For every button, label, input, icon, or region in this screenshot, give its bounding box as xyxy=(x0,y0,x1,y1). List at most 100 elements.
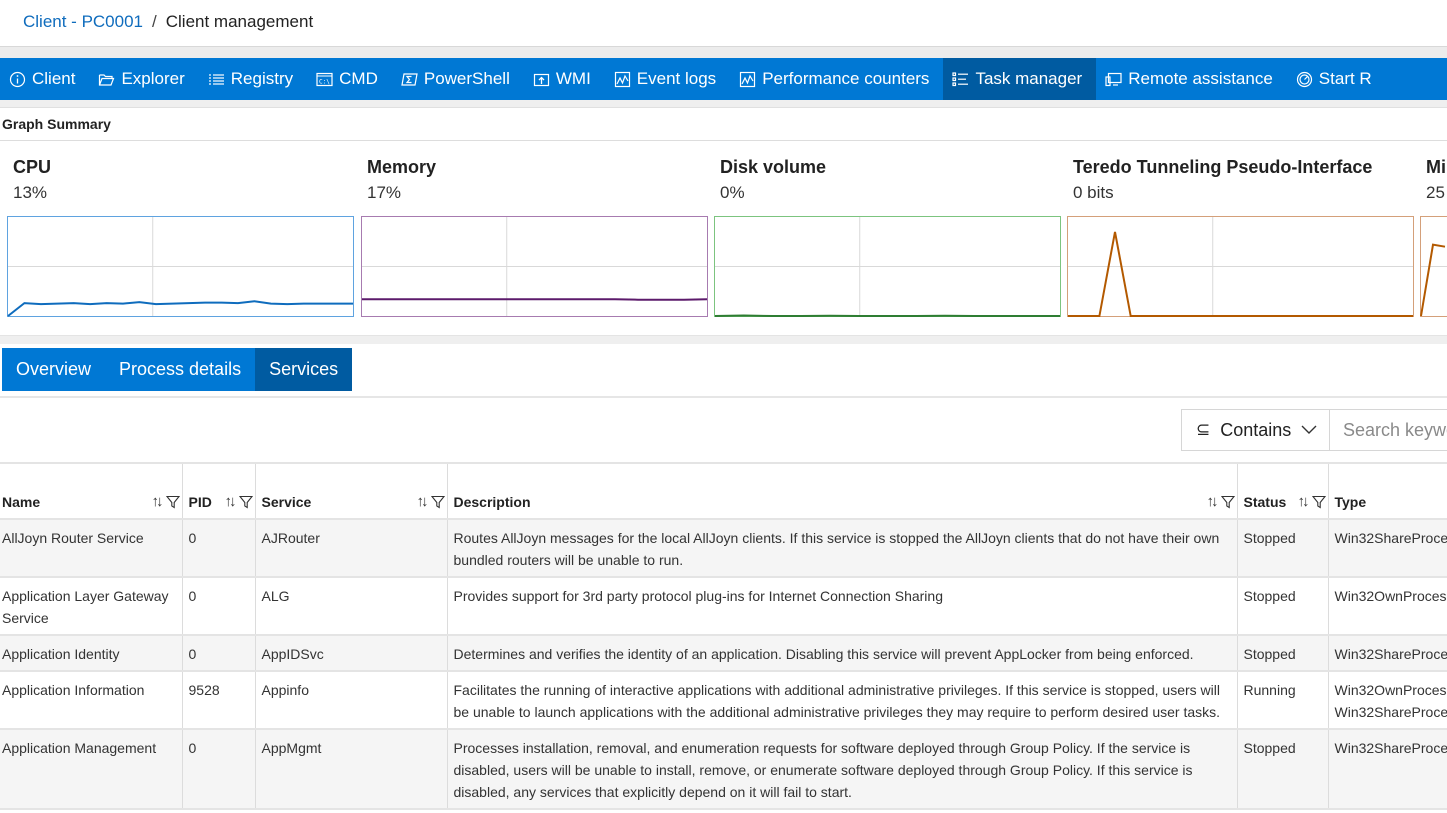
table-row[interactable]: Application Identity 0 AppIDSvc Determines … xyxy=(0,635,1447,672)
breadcrumb-current: Client management xyxy=(165,12,314,31)
cell-pid: 0 xyxy=(182,577,256,636)
sort-icon[interactable]: ↑↓ xyxy=(1298,493,1310,510)
nav-item-label: Explorer xyxy=(121,69,185,88)
cmd-icon: C:\ xyxy=(316,71,333,88)
filter-icon[interactable] xyxy=(165,495,180,509)
breadcrumb: Client - PC0001 / Client management xyxy=(23,10,313,34)
nav-item-wmi[interactable]: WMI xyxy=(524,58,605,100)
sort-icon[interactable]: ↑↓ xyxy=(152,493,164,510)
graph-title: Disk volume xyxy=(720,157,827,177)
folder-icon xyxy=(98,71,115,88)
filter-icon[interactable] xyxy=(238,495,253,509)
cell-pid: 0 xyxy=(182,519,256,578)
column-label: Status xyxy=(1243,494,1287,510)
cell-description: Routes AllJoyn messages for the local Al… xyxy=(447,519,1238,578)
type-value: Win32OwnProcess xyxy=(1334,682,1447,698)
cell-name: Application Management xyxy=(0,729,183,810)
wmi-icon xyxy=(533,71,550,88)
cell-status: Running xyxy=(1237,671,1329,730)
filter-icon[interactable] xyxy=(430,495,445,509)
column-header-service: Service ↑↓ xyxy=(255,464,448,520)
graph-cpu: CPU 13% xyxy=(7,156,354,317)
main-nav: Client Explorer Registry C:\ CMD PowerShell WM… xyxy=(0,58,1447,100)
table-row[interactable]: Application Information 9528 Appinfo Facili… xyxy=(0,671,1447,730)
graph-series-line xyxy=(7,300,353,317)
nav-item-explorer[interactable]: Explorer xyxy=(89,58,198,100)
nav-item-cmd[interactable]: C:\ CMD xyxy=(307,58,392,100)
breadcrumb-client-link[interactable]: Client - PC0001 xyxy=(23,12,143,31)
nav-item-start-r[interactable]: Start R xyxy=(1287,58,1386,100)
type-value: Win32OwnProcess xyxy=(1334,588,1447,604)
nav-item-client[interactable]: Client xyxy=(0,58,89,100)
remote-icon xyxy=(1105,71,1122,88)
graph-plot xyxy=(361,216,708,317)
column-tools: ↑↓ xyxy=(225,493,253,510)
nav-item-event-logs[interactable]: Event logs xyxy=(605,58,730,100)
table-row[interactable]: AllJoyn Router Service 0 AJRouter Routes Al… xyxy=(0,519,1447,578)
graph-title: Teredo Tunneling Pseudo-Interface xyxy=(1073,157,1373,177)
cell-name: AllJoyn Router Service xyxy=(0,519,183,578)
table-row[interactable]: Application Management 0 AppMgmt Processes … xyxy=(0,729,1447,810)
cell-status: Stopped xyxy=(1237,519,1329,578)
tab-services[interactable]: Services xyxy=(255,348,353,391)
cell-status: Stopped xyxy=(1237,577,1329,636)
graph-value: 0% xyxy=(720,183,745,202)
graph-series-line xyxy=(714,314,1060,317)
graph-mi: Mi 25 xyxy=(1420,156,1447,317)
search-input[interactable] xyxy=(1330,410,1447,450)
nav-item-remote-assistance[interactable]: Remote assistance xyxy=(1096,58,1287,100)
tab-process-details[interactable]: Process details xyxy=(105,348,255,391)
column-tools: ↑↓ xyxy=(1207,493,1235,510)
column-header-status: Status ↑↓ xyxy=(1237,464,1329,520)
services-table: Name ↑↓ PID ↑↓ Service ↑↓ Description ↑↓ Status ↑… xyxy=(0,464,1447,810)
filter-operator-dropdown[interactable]: ⊆ Contains xyxy=(1182,410,1330,450)
cell-name: Application Identity xyxy=(0,635,183,672)
cell-name: Application Layer Gateway Service xyxy=(0,577,183,636)
column-label: Type xyxy=(1334,494,1367,510)
header-divider xyxy=(0,46,1447,58)
cell-service: AppIDSvc xyxy=(255,635,448,672)
column-header-description: Description ↑↓ xyxy=(447,464,1238,520)
table-header-row: Name ↑↓ PID ↑↓ Service ↑↓ Description ↑↓ Status ↑… xyxy=(0,464,1447,520)
type-value: Win32ShareProcess xyxy=(1334,704,1447,720)
cell-type: Win32ShareProcess xyxy=(1328,519,1447,578)
table-row[interactable]: Application Layer Gateway Service 0 ALG Pro… xyxy=(0,577,1447,636)
nav-item-label: Performance counters xyxy=(762,69,930,88)
filter-icon[interactable] xyxy=(1220,495,1235,509)
filter-operator-label: Contains xyxy=(1220,419,1292,440)
chart-icon xyxy=(739,71,756,88)
nav-item-registry[interactable]: Registry xyxy=(199,58,307,100)
info-icon xyxy=(9,71,26,88)
nav-item-label: PowerShell xyxy=(423,69,510,88)
sort-icon[interactable]: ↑↓ xyxy=(225,493,237,510)
cell-pid: 9528 xyxy=(182,671,256,730)
tab-overview[interactable]: Overview xyxy=(2,348,105,391)
sort-icon[interactable]: ↑↓ xyxy=(1207,493,1219,510)
chevron-down-icon xyxy=(1301,425,1317,434)
graph-summary-bottom-divider xyxy=(0,335,1447,344)
type-value: Win32ShareProcess xyxy=(1334,646,1447,662)
graph-memory: Memory 17% xyxy=(361,156,708,317)
graph-plot xyxy=(7,216,354,317)
cell-type: Win32ShareProcess xyxy=(1328,729,1447,810)
nav-item-powershell[interactable]: PowerShell xyxy=(392,58,524,100)
cell-name: Application Information xyxy=(0,671,183,730)
column-label: Service xyxy=(261,494,312,510)
nav-item-task-manager[interactable]: Task manager xyxy=(943,58,1097,100)
graph-title: Memory xyxy=(367,157,437,177)
graph-summary-divider xyxy=(0,140,1447,141)
nav-item-performance-counters[interactable]: Performance counters xyxy=(730,58,943,100)
nav-item-label: WMI xyxy=(555,69,591,88)
graph-value: 13% xyxy=(13,183,48,202)
graph-disk-volume: Disk volume 0% xyxy=(714,156,1061,317)
nav-item-label: Start R xyxy=(1318,69,1372,88)
tabs-divider xyxy=(0,396,1447,398)
sort-icon[interactable]: ↑↓ xyxy=(417,493,429,510)
task-list-icon xyxy=(952,71,969,88)
graph-title: Mi xyxy=(1426,157,1446,177)
powershell-icon xyxy=(401,71,418,88)
filter-icon[interactable] xyxy=(1311,495,1326,509)
gauge-icon xyxy=(1296,71,1313,88)
graph-plot xyxy=(1067,216,1414,317)
cell-service: ALG xyxy=(255,577,448,636)
